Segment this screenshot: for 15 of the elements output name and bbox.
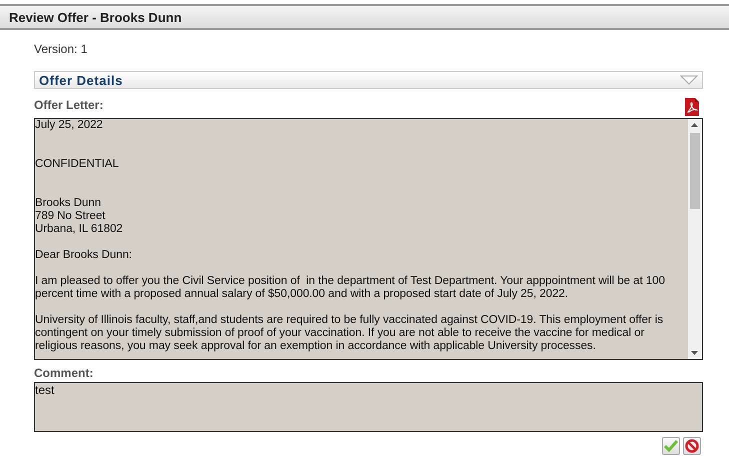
- offer-letter-label: Offer Letter:: [34, 98, 104, 112]
- section-header[interactable]: Offer Details: [34, 71, 703, 89]
- scroll-up-icon[interactable]: [691, 123, 698, 127]
- pdf-icon[interactable]: [683, 97, 701, 117]
- comment-label: Comment:: [34, 366, 94, 380]
- version-value: 1: [80, 42, 88, 56]
- version-label: Version:: [34, 42, 78, 56]
- section-title: Offer Details: [39, 72, 123, 88]
- scrollbar-thumb[interactable]: [690, 133, 700, 209]
- letter-text: July 25, 2022 CONFIDENTIAL Brooks Dunn 789 No Street Urbana, IL 61802 Dear Brooks Dunn: I am pleased to offer you the Civil Service position of in the department of Test Department. Your apppointment will be at 100 percent time with a proposed annual salary of $50,000.00 and with a proposed start date of July 25, 2022. University of Illinois faculty, staff,and students are required to be fully vaccinated against COVID-19. This employment offer is contingent on your timely submission of proof of your vaccination. If you are not able to receive the vaccine for medical or religious reasons, you may seek approval for an exemption in accordance with applicable University processes.: [35, 119, 666, 354]
- cancel-button[interactable]: [683, 437, 701, 455]
- comment-field[interactable]: test: [34, 382, 703, 432]
- window-title: Review Offer - Brooks Dunn: [9, 10, 182, 24]
- scroll-down-icon[interactable]: [691, 351, 698, 355]
- scrollbar[interactable]: [688, 119, 702, 359]
